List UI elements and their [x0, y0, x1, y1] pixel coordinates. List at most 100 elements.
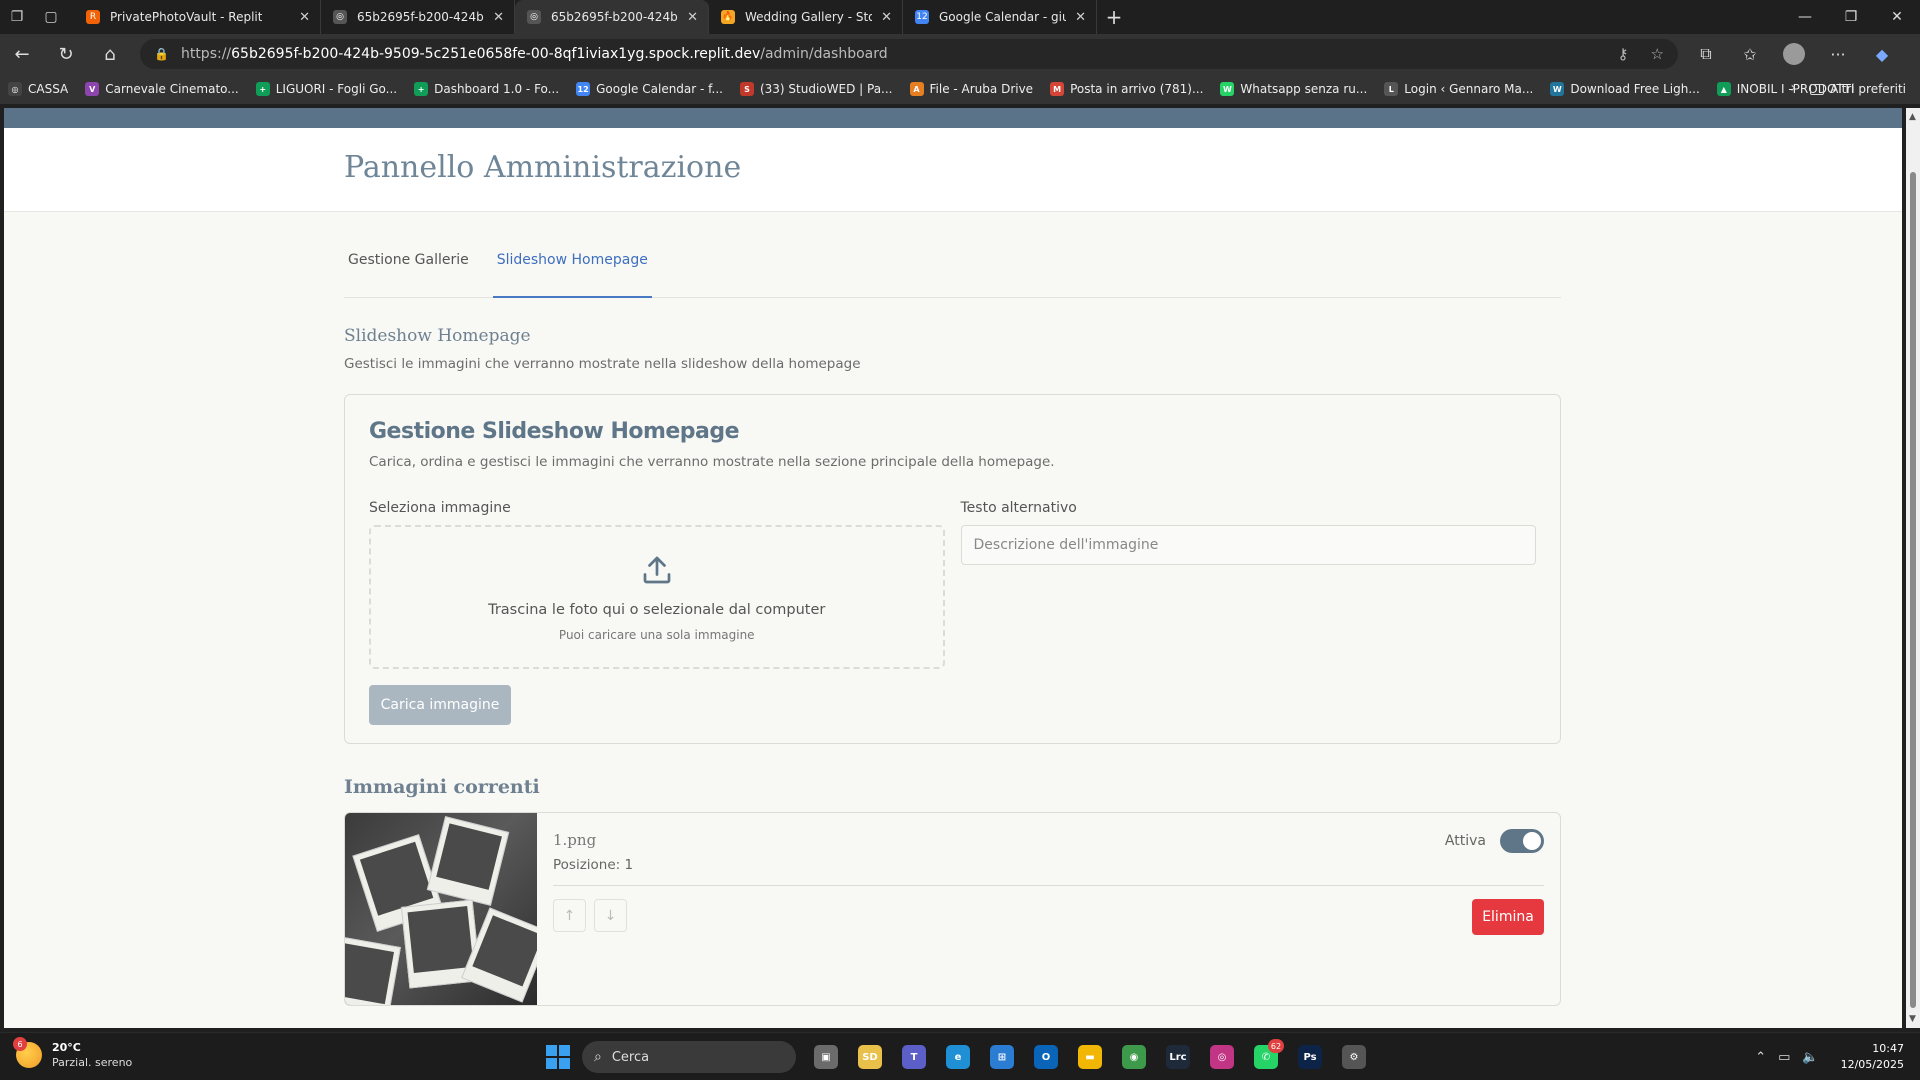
tray-overflow-icon[interactable]: ⌃ — [1755, 1050, 1766, 1065]
close-tab-icon[interactable]: ✕ — [493, 10, 504, 25]
settings-app-icon[interactable]: ⚙ — [1332, 1037, 1376, 1077]
move-down-button[interactable]: ↓ — [594, 899, 627, 932]
arrow-down-icon: ↓ — [604, 907, 617, 924]
bookmarks-overflow-icon[interactable]: › — [1790, 80, 1796, 96]
sd-app-icon[interactable]: SD — [848, 1037, 892, 1077]
tab-favicon-icon: 🔥 — [721, 10, 735, 24]
move-up-button[interactable]: ↑ — [553, 899, 586, 932]
bookmark-item[interactable]: V Carnevale Cinemato... — [85, 82, 239, 96]
upload-image-button[interactable]: Carica immagine — [369, 685, 511, 725]
page-title: Pannello Amministrazione — [344, 150, 742, 185]
browser-tab[interactable]: ◎ 65b2695f-b200-424b-9509-5c251 ✕ — [321, 0, 515, 34]
back-button[interactable]: ← — [0, 34, 44, 74]
upload-card-description: Carica, ordina e gestisci le immagini ch… — [369, 454, 1055, 470]
browser-tab[interactable]: 12 Google Calendar - giugno 2025 ✕ — [903, 0, 1097, 34]
reload-button[interactable]: ↻ — [44, 34, 88, 74]
instagram-app-icon[interactable]: ◎ — [1200, 1037, 1244, 1077]
tab-favicon-icon: R — [86, 10, 100, 24]
bookmark-favicon-icon: + — [255, 82, 270, 96]
lock-icon: 🔒 — [154, 47, 169, 61]
image-field: Seleziona immagine Trascina le foto qui … — [369, 500, 945, 669]
task-view-app-icon[interactable]: ▣ — [804, 1037, 848, 1077]
bookmark-item[interactable]: A File - Aruba Drive — [909, 82, 1033, 96]
explorer-app-icon[interactable]: ▬ — [1068, 1037, 1112, 1077]
teams-app-icon[interactable]: T — [892, 1037, 936, 1077]
network-icon[interactable]: ▭ — [1778, 1050, 1790, 1065]
favorite-star-icon[interactable]: ☆ — [1651, 45, 1664, 63]
close-tab-icon[interactable]: ✕ — [687, 10, 698, 25]
volume-icon[interactable]: 🔈 — [1802, 1050, 1818, 1065]
bookmark-favicon-icon: ◎ — [8, 82, 22, 96]
windows-start-icon[interactable] — [546, 1045, 570, 1069]
favorites-icon[interactable]: ✩ — [1728, 34, 1772, 74]
weather-condition: Parzial. sereno — [52, 1056, 133, 1069]
image-position: Posizione: 1 — [553, 857, 634, 873]
bookmark-favicon-icon: 12 — [576, 82, 591, 96]
close-tab-icon[interactable]: ✕ — [881, 10, 892, 25]
lightroom-icon: Lrc — [1166, 1045, 1190, 1069]
bookmark-label: Download Free Ligh... — [1570, 82, 1700, 96]
bookmark-item[interactable]: 12 Google Calendar - f... — [576, 82, 723, 96]
scroll-up-icon[interactable]: ▲ — [1909, 112, 1916, 122]
outlook-icon: O — [1034, 1045, 1058, 1069]
browser-tab[interactable]: 🔥 Wedding Gallery - Storage - Regc ✕ — [709, 0, 903, 34]
bookmark-item[interactable]: W Download Free Ligh... — [1550, 82, 1700, 96]
bookmark-item[interactable]: W Whatsapp senza ru... — [1220, 82, 1367, 96]
close-window-button[interactable]: ✕ — [1874, 0, 1920, 34]
bookmark-item[interactable]: M Posta in arrivo (781)... — [1050, 82, 1203, 96]
home-button[interactable]: ⌂ — [88, 34, 132, 74]
other-bookmarks[interactable]: Altri preferiti — [1810, 74, 1906, 104]
clock[interactable]: 10:47 12/05/2025 — [1841, 1041, 1904, 1073]
bookmark-item[interactable]: S (33) StudioWED | Pa... — [739, 82, 893, 96]
tab-gestione-gallerie[interactable]: Gestione Gallerie — [344, 236, 473, 298]
lightroom-app-icon[interactable]: Lrc — [1156, 1037, 1200, 1077]
address-bar[interactable]: 🔒 https://65b2695f-b200-424b-9509-5c251e… — [140, 39, 1678, 69]
teams-icon: T — [902, 1045, 926, 1069]
restore-button[interactable]: ❐ — [1828, 0, 1874, 34]
taskbar-search[interactable]: ⌕ Cerca — [582, 1041, 796, 1073]
store-app-icon[interactable]: ⊞ — [980, 1037, 1024, 1077]
url-path: /admin/dashboard — [760, 46, 888, 62]
bookmark-item[interactable]: ◎ CASSA — [8, 82, 68, 96]
profile-avatar[interactable] — [1772, 34, 1816, 74]
page-scrollbar[interactable]: ▲ ▼ — [1906, 108, 1920, 1028]
settings-icon: ⚙ — [1342, 1045, 1366, 1069]
instagram-icon: ◎ — [1210, 1045, 1234, 1069]
alt-text-input[interactable] — [960, 525, 1536, 565]
tab-favicon-icon: ◎ — [527, 10, 541, 24]
extensions-icon[interactable]: ⧉ — [1684, 34, 1728, 74]
more-menu-icon[interactable]: ··· — [1816, 34, 1860, 74]
workspaces-icon[interactable]: ❐ — [0, 0, 34, 34]
bookmark-label: CASSA — [28, 82, 69, 96]
whatsapp-app-icon[interactable]: ✆ 62 — [1244, 1037, 1288, 1077]
close-tab-icon[interactable]: ✕ — [299, 10, 310, 25]
chrome-app-icon[interactable]: ◉ — [1112, 1037, 1156, 1077]
search-icon: ⌕ — [594, 1049, 602, 1065]
copilot-icon[interactable]: ◆ — [1860, 34, 1904, 74]
close-tab-icon[interactable]: ✕ — [1075, 10, 1086, 25]
edge-app-icon[interactable]: e — [936, 1037, 980, 1077]
clock-date: 12/05/2025 — [1840, 1058, 1904, 1071]
browser-tab-label: Google Calendar - giugno 2025 — [939, 10, 1066, 24]
tab-slideshow-homepage[interactable]: Slideshow Homepage — [492, 236, 652, 298]
explorer-icon: ▬ — [1078, 1045, 1102, 1069]
new-tab-button[interactable]: + — [1097, 5, 1131, 29]
scroll-down-icon[interactable]: ▼ — [1909, 1014, 1916, 1024]
minimize-button[interactable]: — — [1782, 0, 1828, 34]
weather-widget[interactable]: 6 20°C Parzial. sereno — [13, 1037, 133, 1069]
bookmark-item[interactable]: + Dashboard 1.0 - Fo... — [414, 82, 559, 96]
bookmark-favicon-icon: L — [1384, 82, 1399, 96]
outlook-app-icon[interactable]: O — [1024, 1037, 1068, 1077]
active-toggle[interactable] — [1500, 829, 1544, 853]
top-color-strip — [4, 108, 1902, 128]
scroll-thumb[interactable] — [1910, 172, 1916, 1008]
tab-actions-icon[interactable]: ▢ — [34, 0, 68, 34]
bookmark-item[interactable]: L Login ‹ Gennaro Ma... — [1384, 82, 1533, 96]
bookmark-item[interactable]: + LIGUORI - Fogli Go... — [255, 82, 397, 96]
browser-tab[interactable]: R PrivatePhotoVault - Replit ✕ — [74, 0, 321, 34]
delete-button[interactable]: Elimina — [1472, 899, 1544, 935]
image-dropzone[interactable]: Trascina le foto qui o selezionale dal c… — [369, 525, 945, 669]
browser-tab[interactable]: ◎ 65b2695f-b200-424b-9509-5c251 ✕ — [515, 0, 709, 34]
key-icon[interactable]: ⚷ — [1618, 45, 1629, 63]
photoshop-app-icon[interactable]: Ps — [1288, 1037, 1332, 1077]
